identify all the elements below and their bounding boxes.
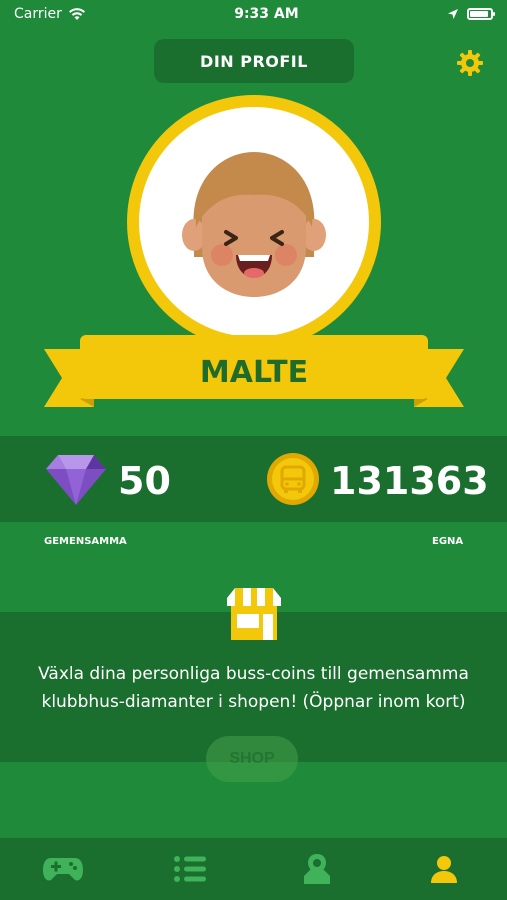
own-label: EGNA [432,536,464,547]
gamepad-icon [43,858,84,881]
avatar-frame [139,107,369,337]
shop-button[interactable]: SHOP [206,736,298,782]
diamond-icon [46,455,106,505]
list-icon [174,856,207,882]
nav-item-profile[interactable] [414,839,474,899]
nav-item-map[interactable] [287,839,347,899]
shop-icon [227,588,281,640]
user-icon [430,856,457,883]
shared-diamond-count: 50 [118,459,171,503]
nav-item-list[interactable] [160,839,220,899]
carrier-label: Carrier [14,6,62,22]
map-pin-icon [303,854,330,884]
wifi-icon [68,8,85,20]
bottom-nav [0,838,507,900]
nav-item-games[interactable] [33,839,93,899]
gear-icon[interactable] [456,49,484,77]
battery-icon [466,8,495,20]
own-coin-count: 131363 [330,459,489,503]
status-left: Carrier [14,6,86,22]
profile-name: MALTE [199,354,309,390]
smiling-child-avatar-icon [182,152,326,297]
status-right [447,8,495,20]
shared-label: GEMENSAMMA [44,536,127,547]
bus-coin-icon [267,453,319,505]
location-arrow-icon [447,9,458,19]
avatar [127,95,381,349]
status-time: 9:33 AM [234,6,299,22]
shop-description: Växla dina personliga buss-coins till ge… [38,664,469,712]
page-title: DIN PROFIL [154,39,354,83]
status-bar: Carrier 9:33 AM [0,0,507,28]
